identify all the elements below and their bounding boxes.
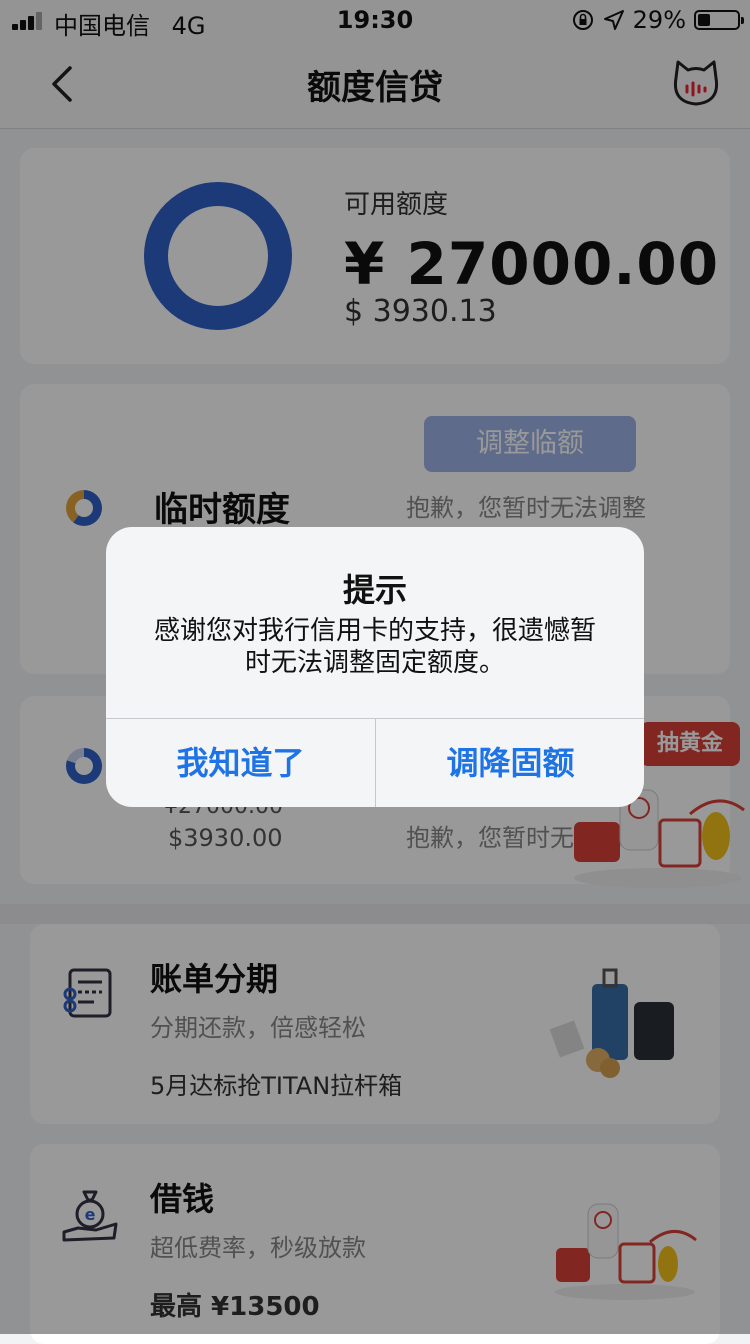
dialog-message: 感谢您对我行信用卡的支持，很遗憾暂时无法调整固定额度。	[153, 616, 596, 678]
alert-dialog: 提示 感谢您对我行信用卡的支持，很遗憾暂时无法调整固定额度。 我知道了 调降固额	[106, 527, 644, 807]
dialog-title: 提示	[342, 571, 407, 609]
acknowledge-button[interactable]: 我知道了	[106, 719, 375, 807]
reduce-fixed-limit-button[interactable]: 调降固额	[376, 719, 644, 807]
